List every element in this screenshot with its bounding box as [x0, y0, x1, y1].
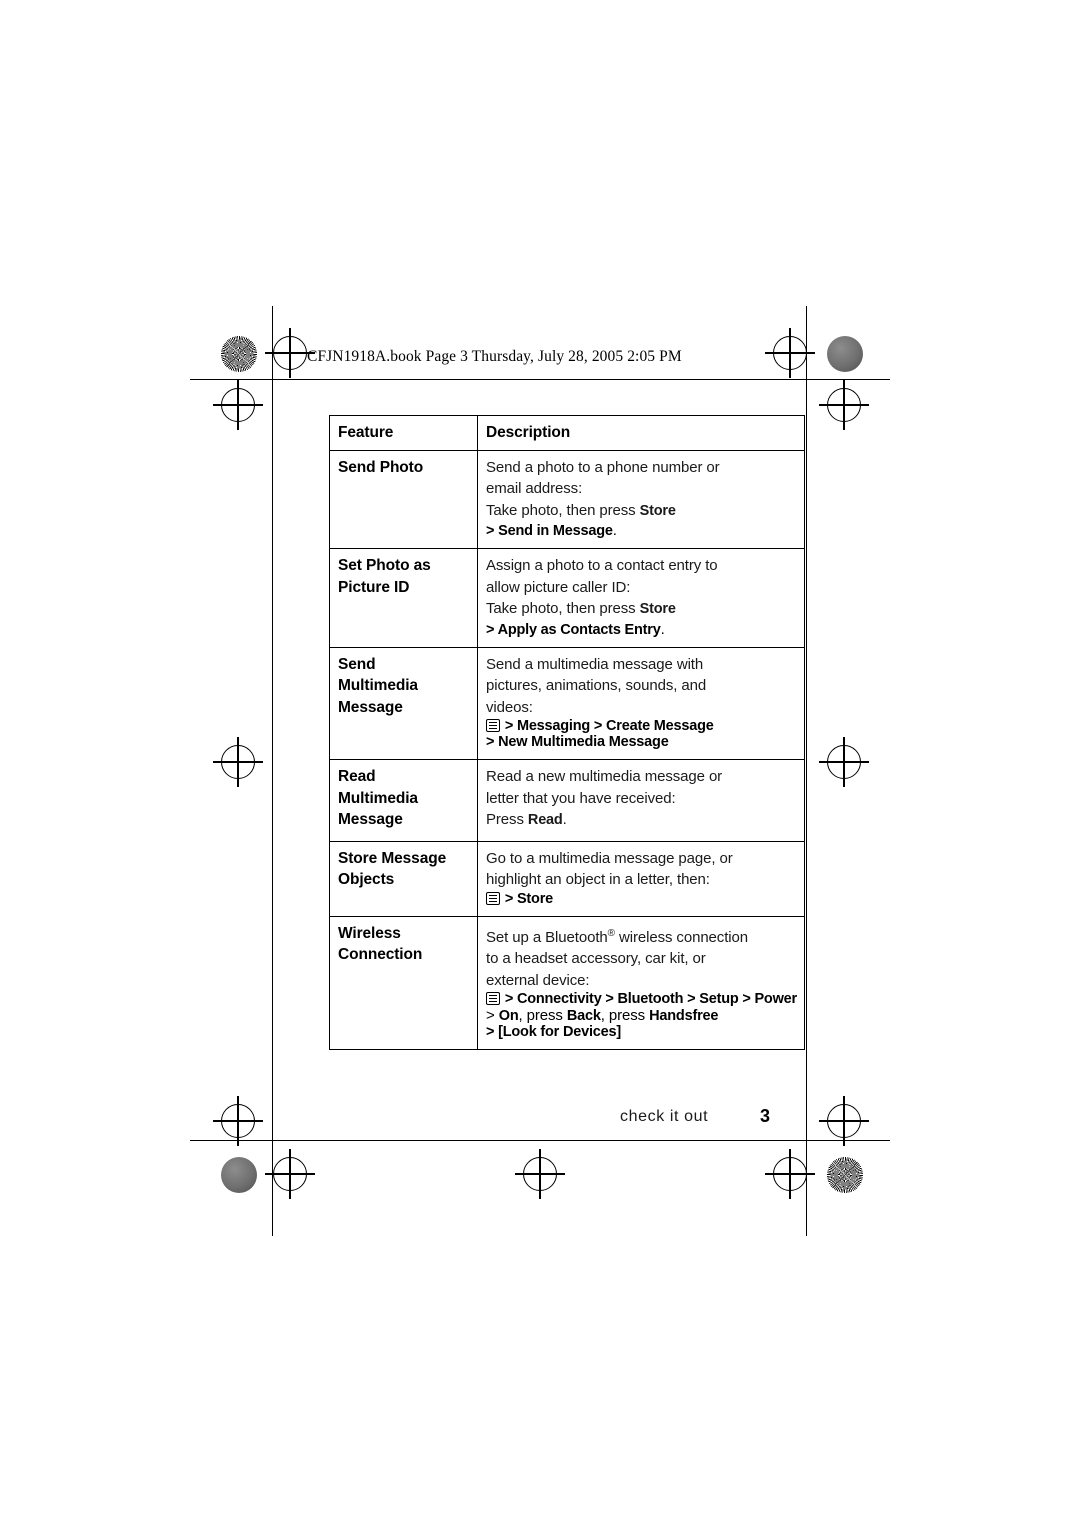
feature-description-table: Feature Description Send Photo Send a ph… — [329, 415, 805, 1050]
table-row: Read Multimedia Message Read a new multi… — [329, 759, 805, 842]
table-header-feature: Feature — [329, 415, 478, 451]
table-row: Send Photo Send a photo to a phone numbe… — [329, 449, 805, 549]
registration-mark-left-lower — [213, 1096, 263, 1146]
row-description-read-multimedia-message: Read a new multimedia message or letter … — [477, 759, 805, 842]
row-description-send-multimedia-message: Send a multimedia message with pictures,… — [477, 646, 805, 760]
menu-path-line: > Store — [486, 891, 796, 907]
press-line: Take photo, then press Store — [486, 501, 676, 519]
row-feature-wireless-connection: Wireless Connection — [329, 915, 478, 1050]
registration-graydot-bottom-left — [221, 1157, 257, 1193]
menu-path-line: > [Look for Devices] — [486, 1024, 621, 1040]
menu-path-line: > Send in Message. — [486, 522, 617, 539]
registered-trademark-icon: ® — [607, 927, 615, 939]
menu-path-line: > New Multimedia Message — [486, 734, 669, 750]
registration-mark-right-lower — [819, 1096, 869, 1146]
menu-path-line: > Messaging > Create Message — [486, 718, 796, 734]
menu-key-icon — [486, 992, 500, 1005]
bluetooth-line: Set up a Bluetooth® wireless connection — [486, 927, 748, 946]
registration-starburst-bottom-right — [827, 1157, 863, 1193]
row-feature-send-multimedia-message: Send Multimedia Message — [329, 646, 478, 760]
page-number: 3 — [760, 1106, 771, 1126]
registration-mark-bottom-center — [515, 1149, 565, 1199]
trim-line-left — [272, 306, 273, 1236]
registration-graydot-top-right — [827, 336, 863, 372]
trim-line-right — [806, 306, 807, 1236]
registration-mark-bottom-left — [265, 1149, 315, 1199]
registration-mark-left-upper — [213, 380, 263, 430]
trim-line-top — [190, 379, 890, 380]
file-header-line: CFJN1918A.book Page 3 Thursday, July 28,… — [307, 348, 682, 365]
registration-mark-top-left — [265, 328, 315, 378]
menu-key-icon — [486, 719, 500, 732]
row-feature-send-photo: Send Photo — [329, 449, 478, 549]
row-feature-store-message-objects: Store Message Objects — [329, 840, 478, 917]
row-feature-set-photo-as-picture-id: Set Photo as Picture ID — [329, 548, 478, 648]
registration-mark-right-upper — [819, 380, 869, 430]
registration-mark-right-mid — [819, 737, 869, 787]
table-row: Wireless Connection Set up a Bluetooth® … — [329, 915, 805, 1050]
row-description-store-message-objects: Go to a multimedia message page, or high… — [477, 840, 805, 917]
row-description-wireless-connection: Set up a Bluetooth® wireless connection … — [477, 915, 805, 1050]
menu-path-line: > On, press Back, press Handsfree — [486, 1007, 719, 1024]
menu-path-line: > Connectivity > Bluetooth > Setup > Pow… — [486, 991, 797, 1007]
row-feature-read-multimedia-message: Read Multimedia Message — [329, 759, 478, 842]
press-line: Press Read. — [486, 811, 567, 828]
registration-mark-top-right — [765, 328, 815, 378]
table-row: Set Photo as Picture ID Assign a photo t… — [329, 548, 805, 648]
menu-key-icon — [486, 891, 500, 905]
table-header-description: Description — [477, 415, 805, 451]
footer-label: check it out — [620, 1108, 709, 1125]
registration-mark-bottom-right — [765, 1149, 815, 1199]
registration-mark-left-mid — [213, 737, 263, 787]
trim-line-bottom — [190, 1140, 890, 1141]
row-description-set-photo-as-picture-id: Assign a photo to a contact entry to all… — [477, 548, 805, 648]
table-header-row: Feature Description — [329, 415, 805, 451]
registration-starburst-top-left — [221, 336, 257, 372]
press-line: Take photo, then press Store — [486, 600, 676, 617]
row-description-send-photo: Send a photo to a phone number or email … — [477, 449, 805, 549]
table-row: Send Multimedia Message Send a multimedi… — [329, 646, 805, 760]
menu-path-line: > Apply as Contacts Entry. — [486, 620, 665, 638]
table-row: Store Message Objects Go to a multimedia… — [329, 840, 805, 917]
